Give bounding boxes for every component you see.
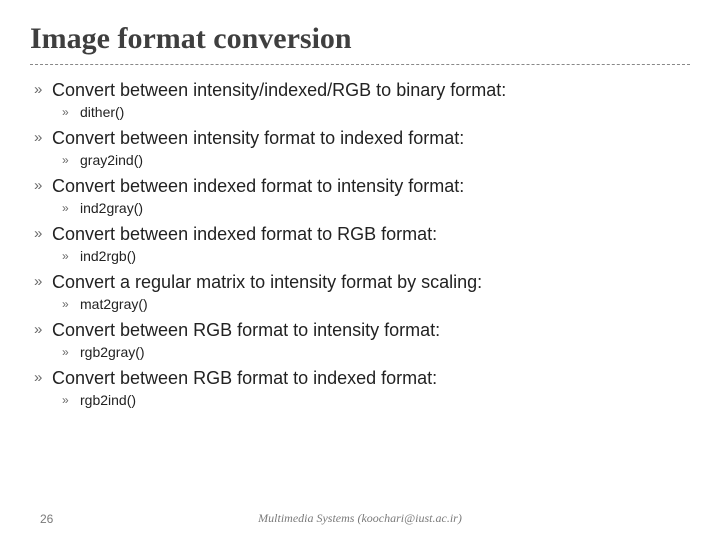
slide: Image format conversion » Convert betwee… xyxy=(0,0,720,540)
list-subitem-text: gray2ind() xyxy=(80,151,143,169)
list-item-text: Convert between RGB format to intensity … xyxy=(52,319,440,341)
list-subitem: » gray2ind() xyxy=(34,151,690,169)
footer: 26 Multimedia Systems (koochari@iust.ac.… xyxy=(0,511,720,526)
list-subitem: » mat2gray() xyxy=(34,295,690,313)
bullet-icon: » xyxy=(34,271,52,293)
list-item-text: Convert between intensity/indexed/RGB to… xyxy=(52,79,506,101)
list-subitem-text: rgb2ind() xyxy=(80,391,136,409)
bullet-icon: » xyxy=(62,343,80,361)
list-item: » Convert between intensity/indexed/RGB … xyxy=(34,79,690,101)
footer-text: Multimedia Systems (koochari@iust.ac.ir) xyxy=(120,511,720,526)
bullet-icon: » xyxy=(34,223,52,245)
content-list: » Convert between intensity/indexed/RGB … xyxy=(30,79,690,409)
bullet-icon: » xyxy=(34,367,52,389)
list-item-text: Convert between indexed format to intens… xyxy=(52,175,464,197)
list-item-text: Convert between intensity format to inde… xyxy=(52,127,464,149)
list-subitem: » dither() xyxy=(34,103,690,121)
list-item: » Convert between indexed format to RGB … xyxy=(34,223,690,245)
bullet-icon: » xyxy=(62,247,80,265)
bullet-icon: » xyxy=(34,319,52,341)
bullet-icon: » xyxy=(62,295,80,313)
list-item: » Convert a regular matrix to intensity … xyxy=(34,271,690,293)
page-number: 26 xyxy=(0,512,120,526)
list-item-text: Convert a regular matrix to intensity fo… xyxy=(52,271,482,293)
list-subitem: » rgb2ind() xyxy=(34,391,690,409)
list-subitem-text: mat2gray() xyxy=(80,295,148,313)
bullet-icon: » xyxy=(34,175,52,197)
list-item-text: Convert between indexed format to RGB fo… xyxy=(52,223,437,245)
list-item: » Convert between indexed format to inte… xyxy=(34,175,690,197)
bullet-icon: » xyxy=(62,151,80,169)
list-item: » Convert between RGB format to intensit… xyxy=(34,319,690,341)
list-subitem: » rgb2gray() xyxy=(34,343,690,361)
list-subitem-text: dither() xyxy=(80,103,124,121)
bullet-icon: » xyxy=(34,79,52,101)
list-subitem-text: ind2rgb() xyxy=(80,247,136,265)
bullet-icon: » xyxy=(62,199,80,217)
list-subitem: » ind2rgb() xyxy=(34,247,690,265)
list-item: » Convert between intensity format to in… xyxy=(34,127,690,149)
list-item-text: Convert between RGB format to indexed fo… xyxy=(52,367,437,389)
bullet-icon: » xyxy=(62,391,80,409)
slide-title: Image format conversion xyxy=(30,22,690,65)
list-subitem-text: ind2gray() xyxy=(80,199,143,217)
list-subitem: » ind2gray() xyxy=(34,199,690,217)
list-subitem-text: rgb2gray() xyxy=(80,343,145,361)
bullet-icon: » xyxy=(34,127,52,149)
list-item: » Convert between RGB format to indexed … xyxy=(34,367,690,389)
bullet-icon: » xyxy=(62,103,80,121)
